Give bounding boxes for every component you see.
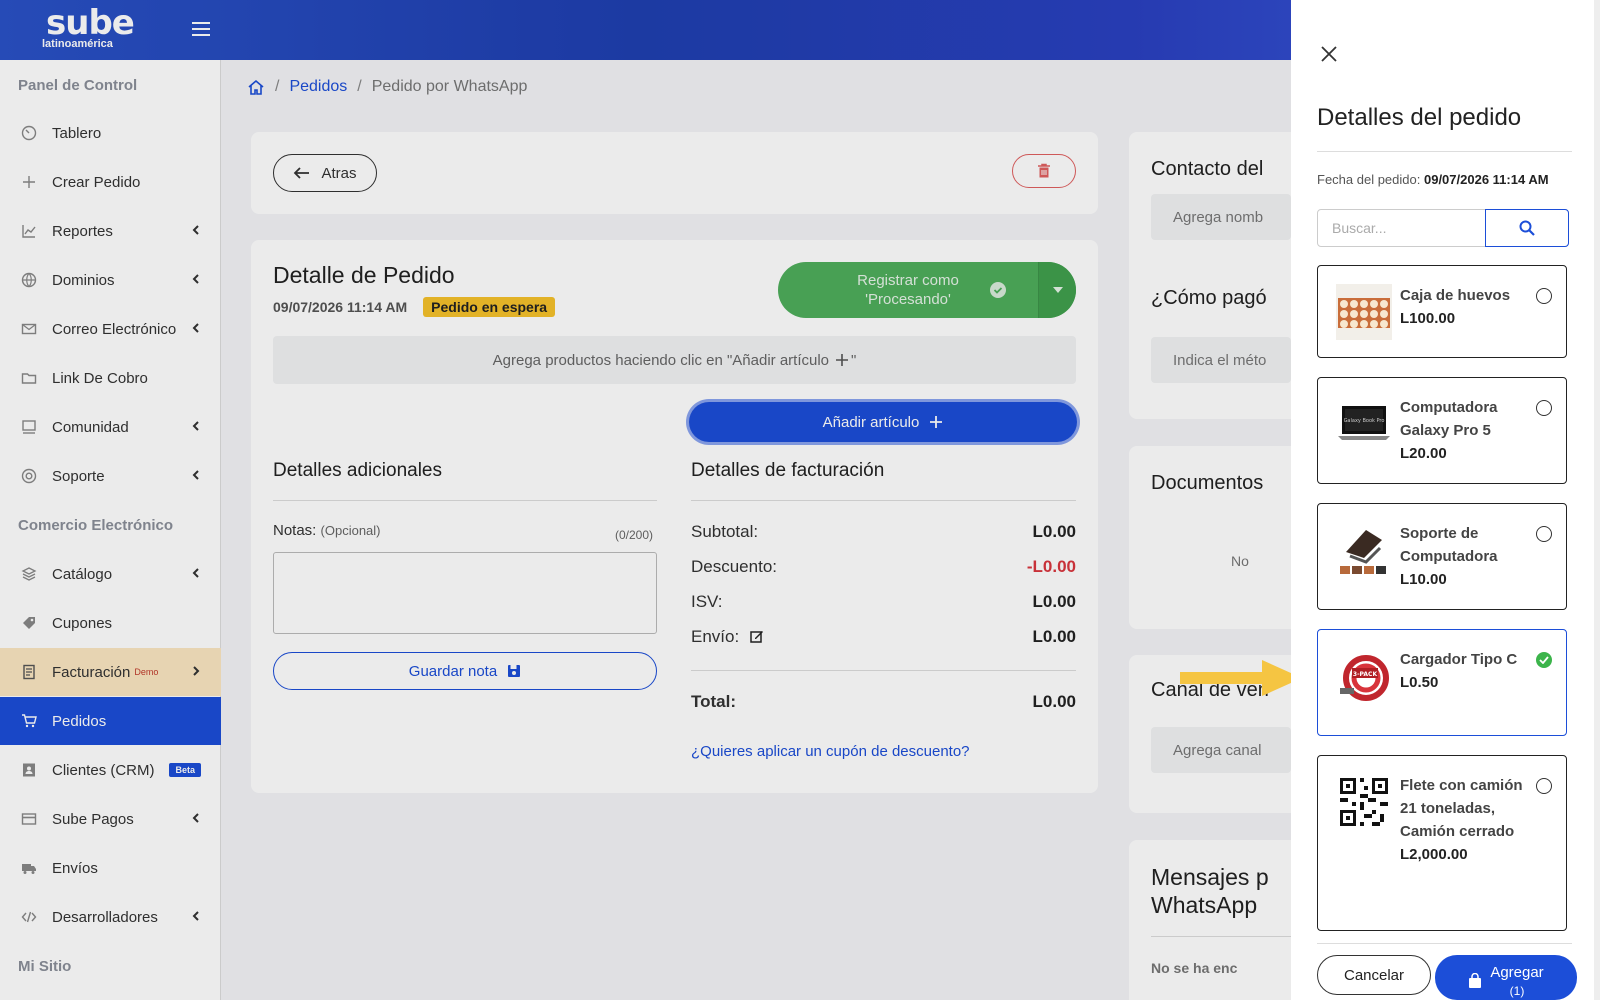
product-radio[interactable] — [1536, 526, 1552, 542]
egg-carton-image — [1336, 284, 1392, 340]
product-price: L10.00 — [1400, 571, 1447, 588]
product-price: L0.50 — [1400, 674, 1439, 691]
product-price: L100.00 — [1400, 310, 1456, 327]
product-card-soporte[interactable]: Soporte de Computadora L10.00 — [1317, 503, 1567, 610]
product-name: Flete con camión 21 toneladas, Camión ce… — [1400, 777, 1523, 840]
check-circle-icon[interactable] — [1536, 652, 1552, 668]
divider — [1317, 943, 1572, 944]
product-card-computadora[interactable]: Galaxy Book Pro Computadora Galaxy Pro 5… — [1317, 377, 1567, 484]
product-card-caja-huevos[interactable]: Caja de huevos L100.00 — [1317, 265, 1567, 358]
search-icon — [1519, 220, 1535, 236]
divider — [1317, 151, 1572, 152]
laptop-image: Galaxy Book Pro — [1336, 396, 1392, 452]
search-button[interactable] — [1485, 209, 1569, 247]
product-price: L20.00 — [1400, 445, 1447, 462]
product-name: Soporte de Computadora — [1400, 525, 1498, 565]
product-card-cargador[interactable]: 3-PACK Cargador Tipo C L0.50 — [1317, 629, 1567, 736]
product-card-flete[interactable]: Flete con camión 21 toneladas, Camión ce… — [1317, 755, 1567, 931]
svg-text:Galaxy Book Pro: Galaxy Book Pro — [1344, 418, 1385, 424]
product-radio[interactable] — [1536, 778, 1552, 794]
scrollbar[interactable] — [1594, 0, 1600, 1000]
panel-order-date: Fecha del pedido: 09/07/2026 11:14 AM — [1317, 172, 1549, 187]
product-price: L2,000.00 — [1400, 846, 1468, 863]
laptop-stand-image — [1336, 522, 1392, 578]
add-to-order-button[interactable]: Agregar (1) — [1435, 955, 1577, 1000]
product-name: Caja de huevos — [1400, 287, 1511, 304]
usb-c-charger-image: 3-PACK — [1336, 648, 1392, 704]
product-radio[interactable] — [1536, 400, 1552, 416]
order-details-panel: Detalles del pedido Fecha del pedido: 09… — [1291, 0, 1600, 1000]
cancel-button[interactable]: Cancelar — [1317, 955, 1431, 995]
shopping-bag-icon — [1469, 972, 1482, 988]
close-icon[interactable] — [1319, 44, 1339, 64]
svg-text:3-PACK: 3-PACK — [1353, 671, 1378, 678]
panel-title: Detalles del pedido — [1317, 104, 1522, 131]
product-search — [1317, 209, 1569, 247]
product-name: Cargador Tipo C — [1400, 651, 1518, 668]
qr-code-image — [1336, 774, 1392, 830]
modal-backdrop[interactable] — [0, 0, 1291, 1000]
product-name: Computadora Galaxy Pro 5 — [1400, 399, 1498, 439]
product-radio[interactable] — [1536, 288, 1552, 304]
search-input[interactable] — [1318, 210, 1488, 246]
